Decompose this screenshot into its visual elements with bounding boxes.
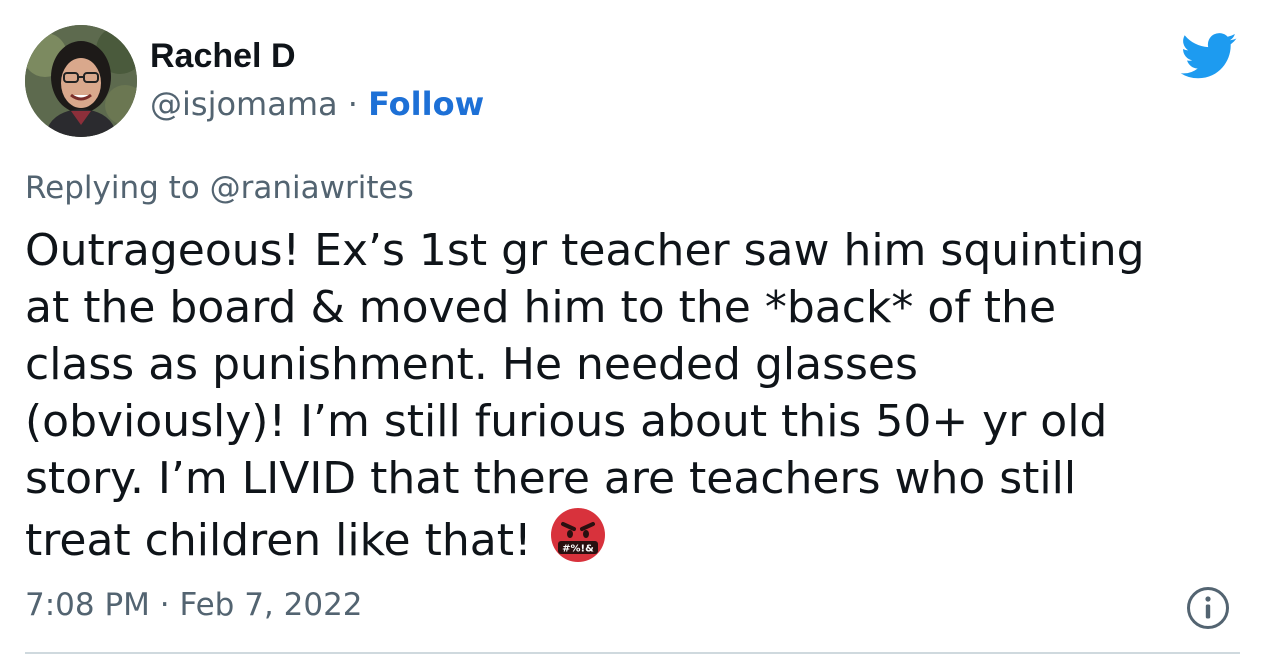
follow-button[interactable]: Follow (368, 85, 484, 123)
reply-mention-link[interactable]: @raniawrites (210, 170, 414, 206)
tweet-timestamp[interactable]: 7:08 PM · Feb 7, 2022 (25, 585, 363, 625)
separator-dot: · (347, 85, 358, 123)
author-handle-row: @isjomama · Follow (150, 84, 484, 124)
tweet-text-line: treat children like that! (25, 515, 532, 566)
divider (25, 652, 1240, 654)
twitter-bird-icon[interactable] (1180, 33, 1238, 79)
tweet-text-line: at the board & moved him to the *back* o… (25, 282, 1057, 333)
emoji-symbols: #%!& (562, 544, 594, 555)
avatar[interactable] (25, 25, 137, 137)
tweet-text-line-last: treat children like that! #%!& (25, 507, 1243, 569)
tweet-text-line: story. I’m LIVID that there are teachers… (25, 453, 1077, 504)
replying-to-label: Replying to (25, 170, 200, 206)
author-name[interactable]: Rachel D (150, 36, 296, 76)
tweet-text-line: (obviously)! I’m still furious about thi… (25, 396, 1108, 447)
info-icon[interactable] (1186, 586, 1230, 630)
replying-to: Replying to @raniawrites (25, 168, 414, 208)
author-handle[interactable]: @isjomama (150, 85, 338, 123)
face-with-symbols-on-mouth-icon: #%!& (550, 508, 605, 562)
tweet-text-line: class as punishment. He needed glasses (25, 339, 918, 390)
avatar-image (25, 25, 137, 137)
tweet-card: Rachel D @isjomama · Follow Replying to … (0, 0, 1268, 672)
tweet-text-line: Outrageous! Ex’s 1st gr teacher saw him … (25, 225, 1145, 276)
tweet-text: Outrageous! Ex’s 1st gr teacher saw him … (25, 222, 1243, 569)
